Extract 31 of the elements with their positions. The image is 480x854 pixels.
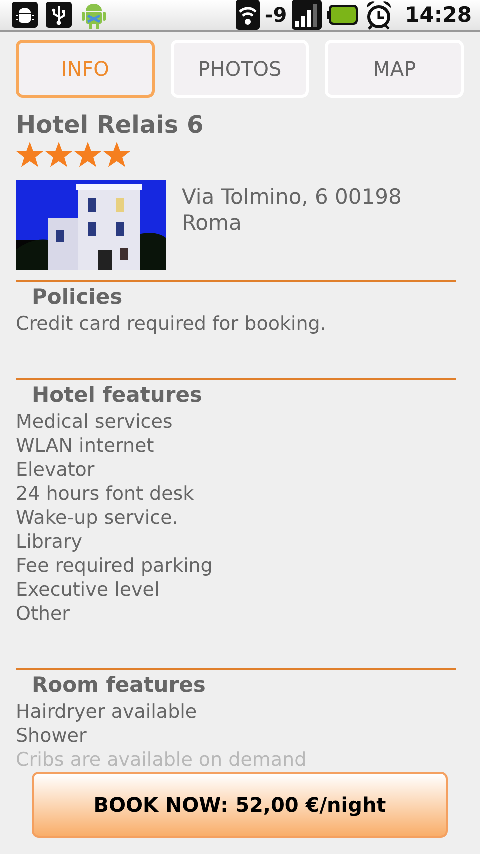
- book-now-button[interactable]: BOOK NOW: 52,00 €/night: [32, 772, 448, 838]
- usb-icon: [46, 2, 72, 28]
- list-item: Medical services: [16, 410, 174, 434]
- list-item: Other: [16, 602, 71, 626]
- hotel-name: Hotel Relais 6: [16, 110, 205, 140]
- list-item: Fee required parking: [16, 554, 214, 578]
- list-item: 24 hours font desk: [16, 482, 196, 506]
- list-item: Elevator: [16, 458, 96, 482]
- star-icon: [16, 141, 44, 169]
- tab[interactable]: PHOTOS: [170, 40, 310, 98]
- section-heading: Room features: [31, 672, 207, 699]
- star-icon: [45, 141, 73, 169]
- clock-time: 14:28: [405, 3, 472, 27]
- star-icon: [103, 141, 131, 169]
- wifi-icon: [236, 0, 260, 30]
- list-item: WLAN internet: [16, 434, 156, 458]
- list-item: Wake-up service.: [16, 506, 180, 530]
- signal-strength-text: -9: [264, 3, 288, 27]
- list-item: Credit card required for booking.: [16, 312, 328, 336]
- list-item: Shower: [16, 724, 88, 748]
- battery-icon: [327, 4, 360, 26]
- star-icon: [74, 141, 102, 169]
- list-item: Executive level: [16, 578, 161, 602]
- list-item: Library: [16, 530, 84, 554]
- bug-icon: [12, 2, 38, 28]
- tab[interactable]: MAP: [325, 40, 464, 98]
- list-item: Hairdryer available: [16, 700, 198, 724]
- section-heading: Hotel features: [31, 382, 204, 409]
- signal-icon: [292, 0, 322, 30]
- hotel-address: Via Tolmino, 6 00198 Roma: [182, 184, 403, 237]
- section-heading: Policies: [31, 284, 124, 311]
